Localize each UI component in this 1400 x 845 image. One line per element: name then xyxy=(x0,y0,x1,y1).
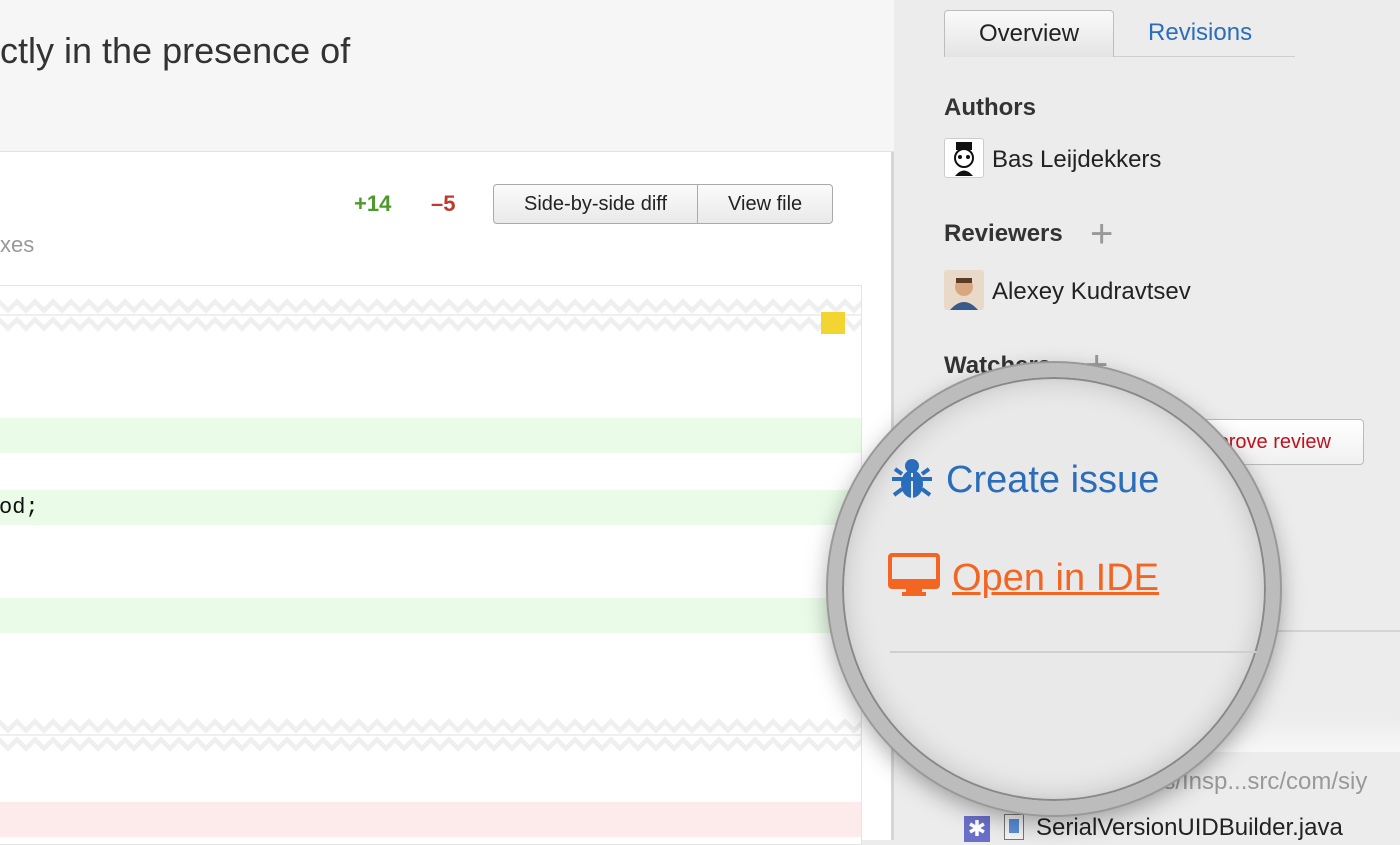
change-type-icon: ✱ xyxy=(964,816,990,842)
open-in-ide-link[interactable]: Open in IDE xyxy=(952,557,1159,600)
magnifier-overlay: Create issue Open in IDE xyxy=(828,363,1280,815)
tab-revisions[interactable]: Revisions xyxy=(1114,10,1296,57)
reviewer-name[interactable]: Alexey Kudravtsev xyxy=(992,278,1191,306)
collapsed-lines-separator[interactable] xyxy=(0,298,861,332)
bug-icon xyxy=(892,459,932,498)
added-line: od; xyxy=(0,490,861,525)
removed-line xyxy=(0,802,861,837)
review-header: ctly in the presence of xyxy=(0,0,894,152)
diff-view-buttons: Side-by-side diff View file xyxy=(493,184,834,224)
additions-count: +14 xyxy=(354,191,392,216)
side-by-side-diff-button[interactable]: Side-by-side diff xyxy=(494,185,697,223)
comment-marker[interactable] xyxy=(821,312,845,334)
added-line xyxy=(0,418,861,453)
sidebar-tabs: Overview Revisions xyxy=(944,10,1296,57)
code-text: od; xyxy=(0,495,39,520)
view-file-button[interactable]: View file xyxy=(697,185,832,223)
java-file-icon xyxy=(1004,814,1024,840)
tab-overview[interactable]: Overview xyxy=(944,10,1115,57)
avatar xyxy=(944,138,984,178)
diff-panel: ctly in the presence of +14 –5 Side-by-s… xyxy=(0,0,894,845)
reviewers-heading: Reviewers xyxy=(944,220,1063,247)
monitor-icon xyxy=(888,553,940,596)
create-issue-link[interactable]: Create issue xyxy=(946,459,1159,502)
divider xyxy=(890,651,1266,653)
diff-view: od; xyxy=(0,285,862,845)
file-name[interactable]: SerialVersionUIDBuilder.java xyxy=(1036,814,1343,842)
review-title: ctly in the presence of xyxy=(0,30,351,71)
file-subtitle: xes xyxy=(0,232,35,257)
collapsed-lines-separator[interactable] xyxy=(0,718,861,752)
add-reviewer-icon[interactable]: + xyxy=(1090,214,1113,254)
added-line xyxy=(0,598,861,633)
avatar xyxy=(944,270,984,310)
authors-heading: Authors xyxy=(944,94,1036,121)
author-name[interactable]: Bas Leijdekkers xyxy=(992,146,1161,174)
deletions-count: –5 xyxy=(431,191,456,216)
